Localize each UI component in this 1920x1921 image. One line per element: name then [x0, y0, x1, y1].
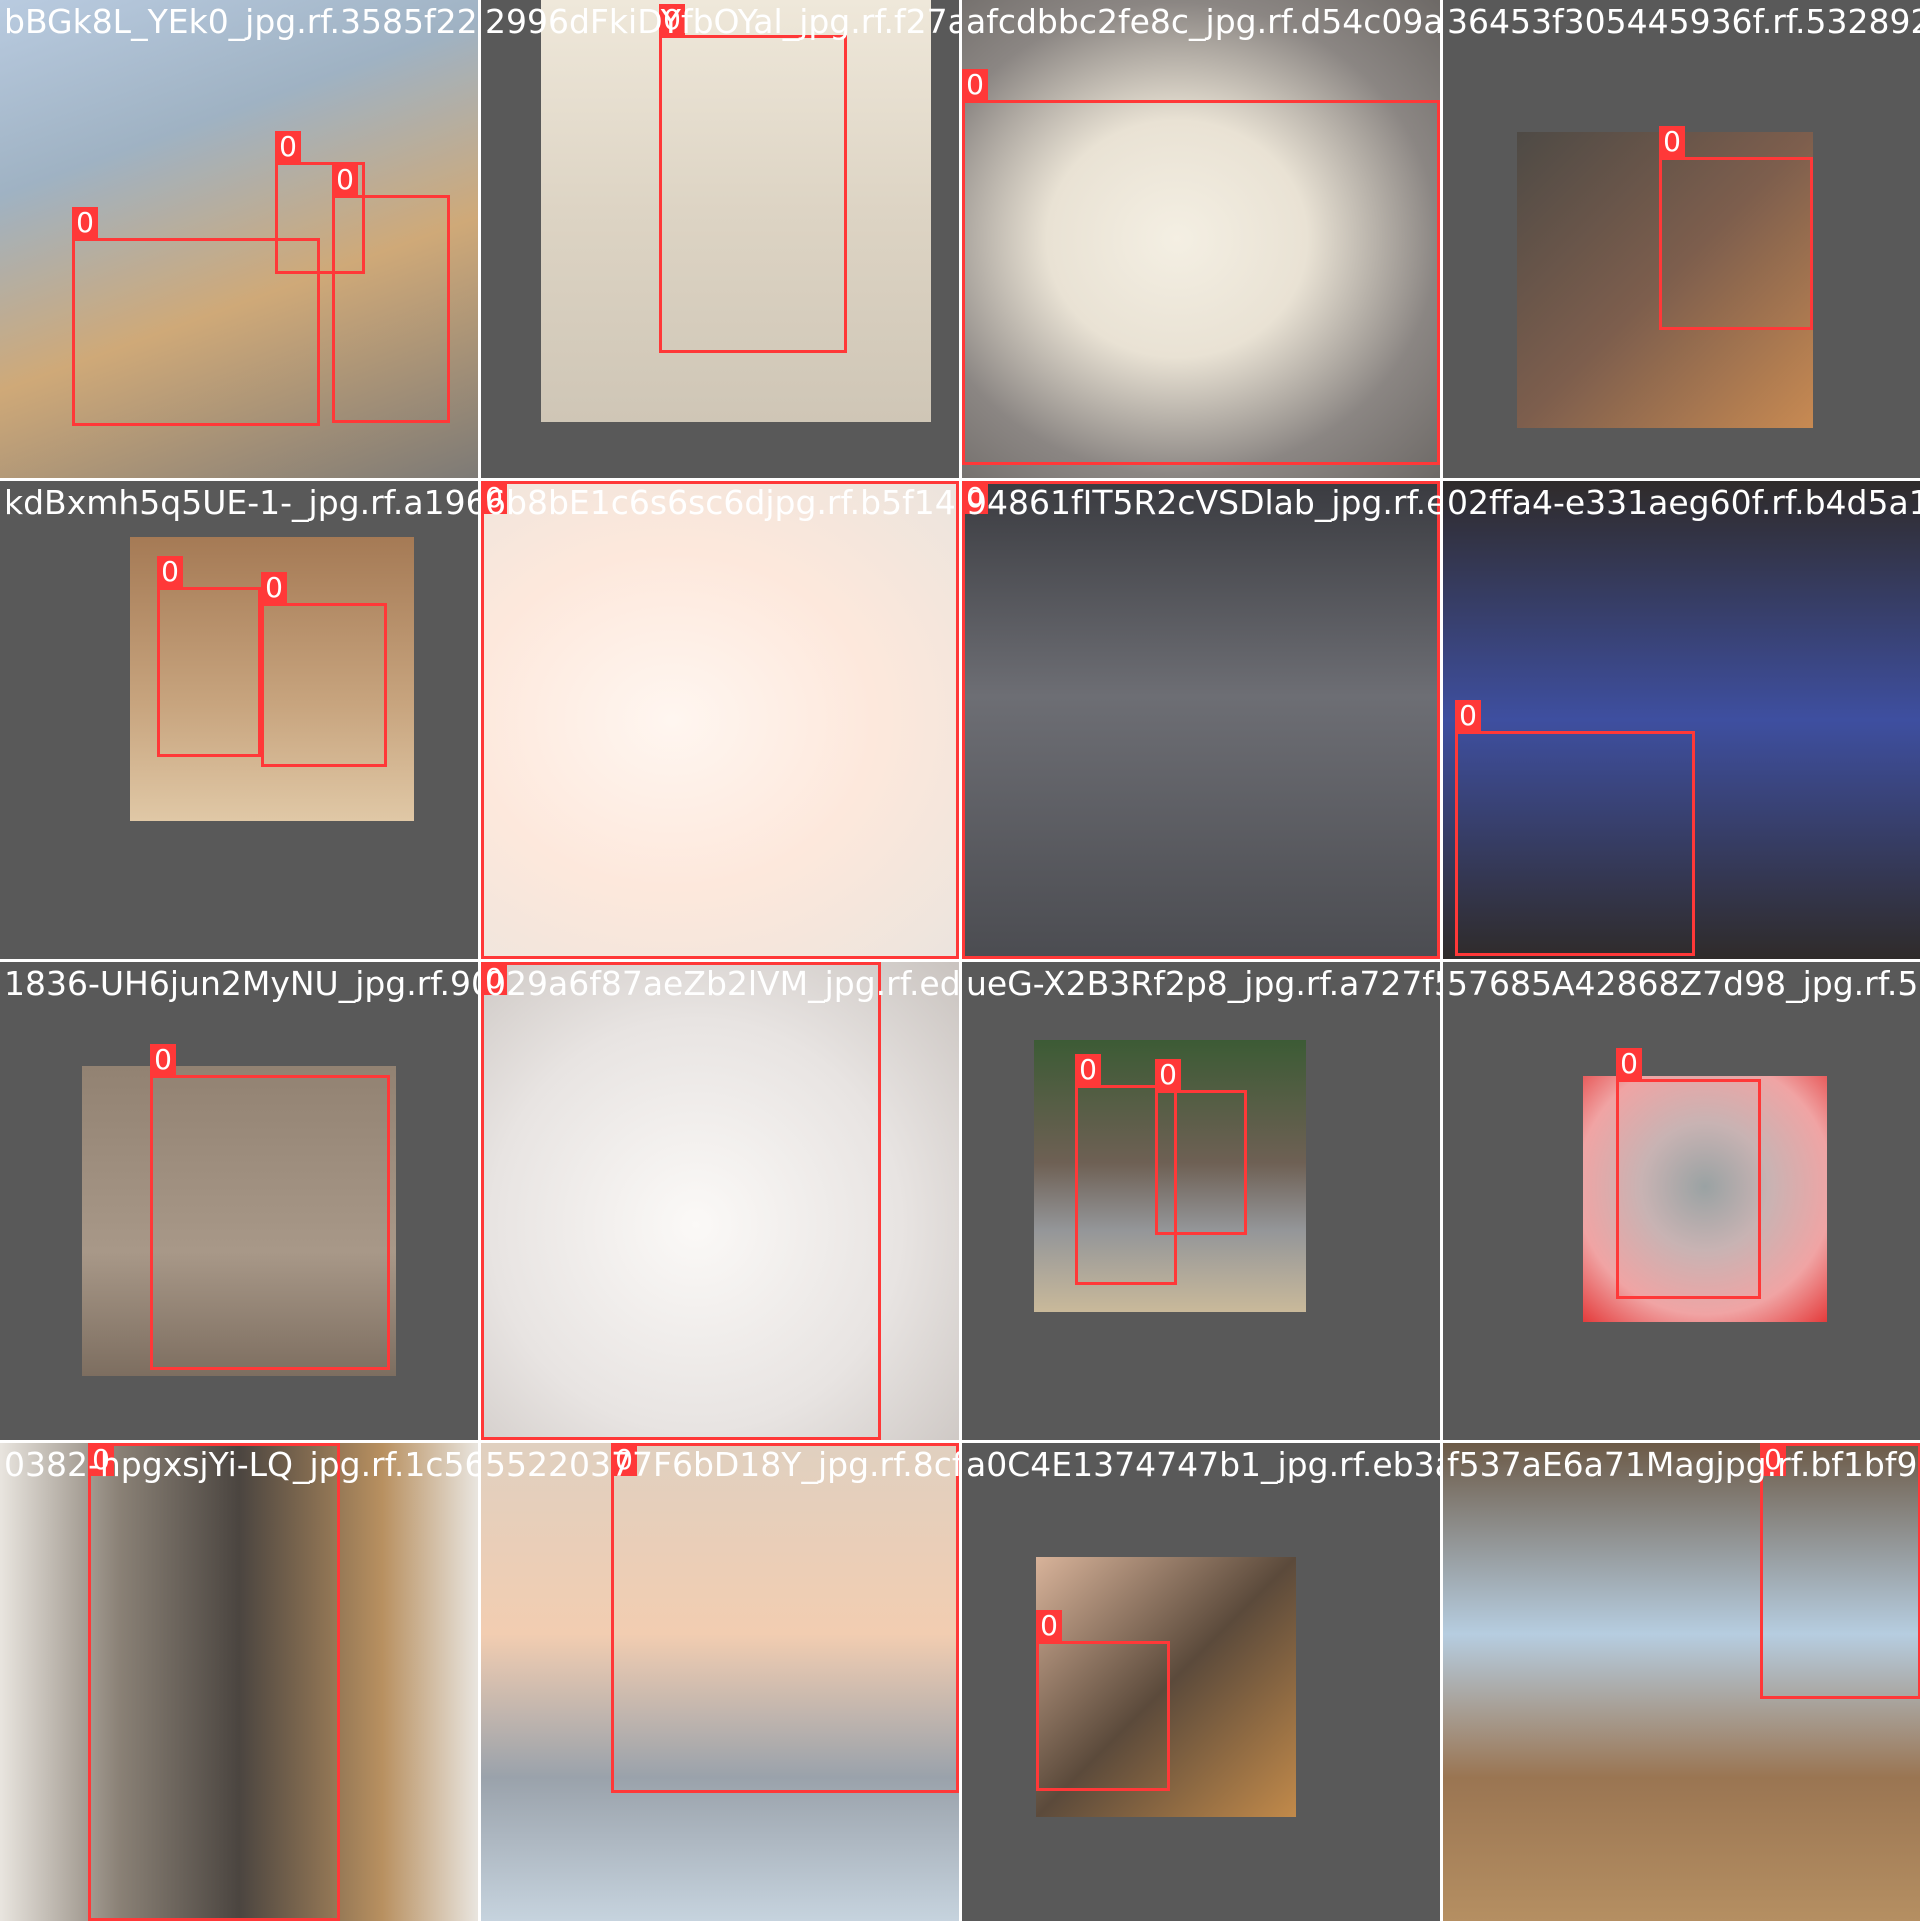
detection-box: 0: [1455, 700, 1695, 956]
detection-box: 0: [611, 1443, 959, 1793]
class-label: 0: [332, 164, 358, 196]
mosaic-grid: bBGk8L_YEk0_jpg.rf.3585f22994bFl4C0 0 0 …: [0, 0, 1920, 1921]
class-label: 0: [962, 69, 988, 101]
class-label: 0: [1455, 700, 1481, 732]
image-filename: 02ffa4-e331aeg60f.rf.b4d5a1ae: [1447, 483, 1920, 522]
mosaic-tile: 029a6f87aeZb2lVM_jpg.rf.ed6ed2Xe8bRf2p8 …: [481, 962, 959, 1440]
mosaic-tile: 1836-UH6jun2MyNU_jpg.rf.9029a6fD7aeZbM 0: [0, 962, 478, 1440]
class-label: 0: [1036, 1610, 1062, 1642]
image-filename: kdBxmh5q5UE-1-_jpg.rf.a196: [4, 483, 478, 522]
image-filename: ueG-X2B3Rf2p8_jpg.rf.a727f567685A428687d…: [966, 964, 1440, 1003]
image-filename: 57685A42868Z7d98_jpg.rf.5b: [1447, 964, 1920, 1003]
mosaic-tile: 57685A42868Z7d98_jpg.rf.5b 0: [1443, 962, 1920, 1440]
mosaic-tile: 0382-hpgxsjYi-LQ_jpg.rf.1c56622B7Y8hfD18…: [0, 1443, 478, 1921]
mosaic-tile: afcdbbc2fe8c_jpg.rf.d54c09a6453f30544593…: [962, 0, 1440, 478]
image-filename: 2996dFkiDYfbOYal_jpg.rf.f27af7dtbKzt2F8s: [485, 2, 959, 41]
image-filename: 6b8bE1c6s6sc6djpg.rf.b5f14: [485, 483, 956, 522]
class-label: 0: [1155, 1059, 1181, 1091]
detection-box: 0: [1659, 126, 1813, 330]
detection-box: 0: [157, 556, 261, 757]
detection-box: 0: [261, 572, 387, 767]
detection-box: 0: [962, 481, 1440, 959]
mosaic-tile: 36453f305445936f.rf.532892 0: [1443, 0, 1920, 478]
image-filename: 1836-UH6jun2MyNU_jpg.rf.9029a6fD7aeZbM: [4, 964, 478, 1003]
image-filename: a0C4E1374747b1_jpg.rf.eb3adf537aE6a71Mag: [966, 1445, 1440, 1484]
image-filename: 94861fIT5R2cVSDlab_jpg.rf.e8: [966, 483, 1440, 522]
image-filename: 36453f305445936f.rf.532892: [1447, 2, 1920, 41]
mosaic-tile: ueG-X2B3Rf2p8_jpg.rf.a727f567685A428687d…: [962, 962, 1440, 1440]
image-filename: 0382-hpgxsjYi-LQ_jpg.rf.1c56622B7Y8hfD18: [4, 1445, 478, 1484]
image-filename: afcdbbc2fe8c_jpg.rf.d54c09a6453f30544593…: [966, 2, 1440, 41]
class-label: 0: [261, 572, 287, 604]
mosaic-tile: 55220377F6bD18Y_jpg.rf.8cf7aa0C4E1374747…: [481, 1443, 959, 1921]
image-filename: 029a6f87aeZb2lVM_jpg.rf.ed6ed2Xe8bRf2p8: [485, 964, 959, 1003]
image-filename: 55220377F6bD18Y_jpg.rf.8cf7aa0C4E1374747…: [485, 1445, 959, 1484]
mosaic-tile: a0C4E1374747b1_jpg.rf.eb3adf537aE6a71Mag…: [962, 1443, 1440, 1921]
image-filename: bBGk8L_YEk0_jpg.rf.3585f22994bFl4C0: [4, 2, 478, 41]
mosaic-tile: f537aE6a71Magjpg.rf.bf1bf9b 0: [1443, 1443, 1920, 1921]
detection-box: 0: [962, 69, 1440, 465]
class-label: 0: [1616, 1048, 1642, 1080]
detection-box: 0: [1036, 1610, 1170, 1791]
mosaic-tile: bBGk8L_YEk0_jpg.rf.3585f22994bFl4C0 0 0 …: [0, 0, 478, 478]
mosaic-tile: kdBxmh5q5UE-1-_jpg.rf.a196 0 0: [0, 481, 478, 959]
class-label: 0: [1659, 126, 1685, 158]
image-filename: f537aE6a71Magjpg.rf.bf1bf9b: [1447, 1445, 1920, 1484]
class-label: 0: [72, 207, 98, 239]
mosaic-tile: 2996dFkiDYfbOYal_jpg.rf.f27af7dtbKzt2F8s…: [481, 0, 959, 478]
detection-box: 0: [150, 1044, 390, 1370]
detection-box: 0: [481, 481, 959, 959]
detection-box: 0: [88, 1443, 340, 1921]
class-label: 0: [150, 1044, 176, 1076]
class-label: 0: [275, 131, 301, 163]
detection-box: 0: [659, 4, 847, 353]
detection-box: 0: [1616, 1048, 1761, 1299]
class-label: 0: [157, 556, 183, 588]
mosaic-tile: 6b8bE1c6s6sc6djpg.rf.b5f14 0: [481, 481, 959, 959]
detection-box: 0: [332, 164, 450, 423]
mosaic-tile: 02ffa4-e331aeg60f.rf.b4d5a1ae 0: [1443, 481, 1920, 959]
detection-box: 0: [1155, 1059, 1247, 1235]
class-label: 0: [1075, 1054, 1101, 1086]
mosaic-tile: 94861fIT5R2cVSDlab_jpg.rf.e8 0: [962, 481, 1440, 959]
detection-box: 0: [481, 962, 881, 1440]
